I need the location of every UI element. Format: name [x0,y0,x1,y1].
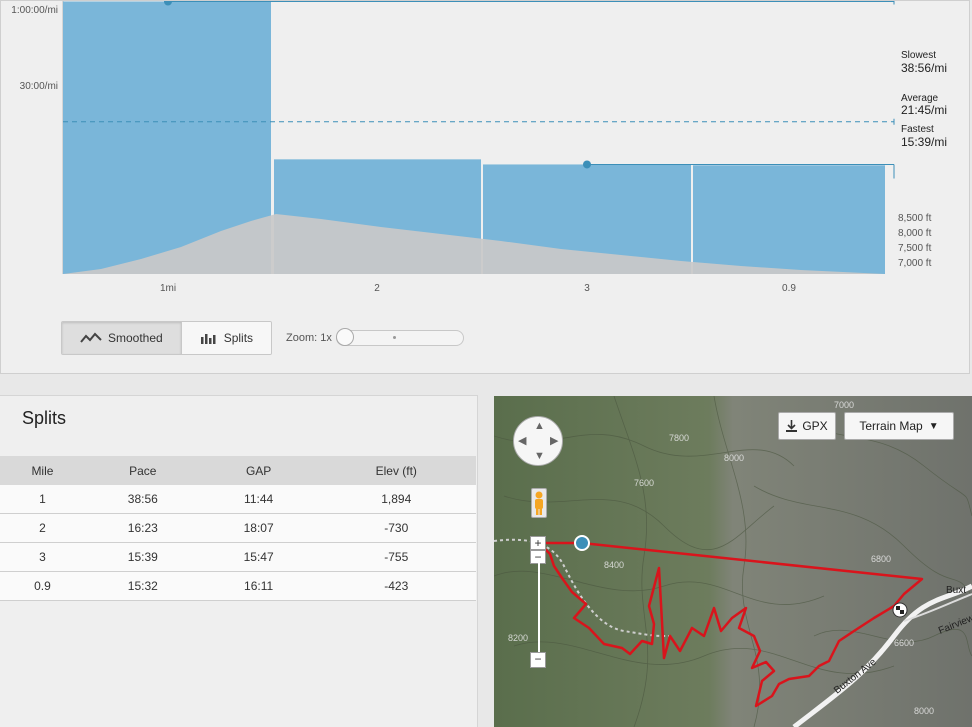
pan-up-icon[interactable]: ▲ [534,421,545,432]
fastest-marker[interactable] [583,160,591,169]
map-type-dropdown[interactable]: Terrain Map ▼ [844,412,954,440]
header-gap: GAP [200,456,317,485]
cell-elev: -755 [316,542,476,572]
zoom-label: Zoom: 1x [286,332,332,344]
fastest-value: 15:39/mi [901,135,947,149]
cell-elev: -423 [316,571,476,601]
map-zoom-out-button[interactable]: − [530,652,546,668]
zoom-slider-handle[interactable] [335,328,354,346]
route-start-marker[interactable] [574,535,590,551]
download-icon [786,420,798,432]
gpx-download-button[interactable]: GPX [778,412,836,440]
split-bar[interactable] [693,165,885,274]
header-elev: Elev (ft) [316,456,476,485]
splits-title: Splits [22,408,67,428]
zoom-slider-mark [392,336,396,339]
smoothed-label: Smoothed [108,331,163,345]
cell-mile: 2 [0,513,85,543]
splits-header-row: Mile Pace GAP Elev (ft) [0,456,476,485]
map-label: 7800 [669,433,689,443]
street-label: Buxt [946,585,966,596]
cell-pace: 38:56 [84,485,201,514]
y-tick-label: 1:00:00/mi [11,5,58,16]
map-label: 7600 [634,478,654,488]
header-pace: Pace [84,456,201,485]
pan-left-icon[interactable]: ◀ [518,436,526,447]
table-row: 3 15:39 15:47 -755 [0,542,476,572]
map-label: 6600 [894,638,914,648]
chart-controls: Smoothed Splits Zoom: 1x [61,321,464,355]
average-value: 21:45/mi [901,103,947,117]
map-label: 8000 [724,453,744,463]
splits-table: Mile Pace GAP Elev (ft) 1 38:56 11:44 1,… [0,456,476,601]
map-type-label: Terrain Map [859,419,923,433]
pan-right-icon[interactable]: ▶ [550,436,558,447]
route-finish-marker[interactable] [892,602,908,618]
y-tick-label: 30:00/mi [20,81,58,92]
cell-pace: 15:39 [84,542,201,572]
map-label: 6800 [871,554,891,564]
x-tick-label: 3 [584,283,590,294]
cell-elev: 1,894 [316,485,476,514]
fastest-label: Fastest [901,124,934,135]
cell-mile: 1 [0,485,85,514]
pace-chart-panel: 1:00:00/mi 30:00/mi 8,500 ft 8,000 ft 7,500 … [0,0,970,374]
map-label: 8000 [914,706,934,716]
header-mile: Mile [0,456,85,485]
cell-mile: 3 [0,542,85,572]
map-label: 7000 [834,400,854,410]
map-zoom-in-button[interactable]: + [530,536,546,550]
table-row: 0.9 15:32 16:11 -423 [0,571,476,601]
elevation-tick-label: 7,000 ft [898,258,932,269]
table-row: 1 38:56 11:44 1,894 [0,485,476,514]
map-label: 8200 [508,633,528,643]
cell-mile: 0.9 [0,571,85,601]
splits-button[interactable]: Splits [180,322,272,354]
slowest-value: 38:56/mi [901,61,947,75]
smoothed-button[interactable]: Smoothed [62,322,181,354]
elevation-tick-label: 8,500 ft [898,213,932,224]
map-pan-control[interactable]: ▲ ▼ ◀ ▶ [513,416,563,466]
elevation-tick-label: 8,000 ft [898,228,932,239]
street-view-pegman[interactable] [531,488,547,518]
smoothed-icon [80,332,102,343]
x-tick-label: 2 [374,283,380,294]
cell-gap: 11:44 [200,485,317,514]
cell-gap: 15:47 [200,542,317,572]
caret-down-icon: ▼ [928,420,939,432]
route-map[interactable]: 7800 8000 7600 8200 8400 6800 7000 8000 … [494,396,972,727]
zoom-control: Zoom: 1x [286,328,464,346]
map-label: 8400 [604,560,624,570]
terrain-map[interactable]: 7800 8000 7600 8200 8400 6800 7000 8000 … [494,396,972,727]
table-row: 2 16:23 18:07 -730 [0,513,476,543]
view-toggle: Smoothed Splits [61,321,273,355]
cell-elev: -730 [316,513,476,543]
x-tick-label: 0.9 [782,283,796,294]
pan-down-icon[interactable]: ▼ [534,451,545,462]
pace-chart: 1:00:00/mi 30:00/mi 8,500 ft 8,000 ft 7,500 … [11,1,947,294]
elevation-tick-label: 7,500 ft [898,243,932,254]
cell-gap: 18:07 [200,513,317,543]
bar-chart-icon [200,334,216,344]
splits-label: Splits [223,331,254,345]
pegman-icon [535,491,543,515]
map-zoom-rail[interactable] [538,558,540,654]
x-tick-label: 1mi [160,283,176,294]
zoom-slider[interactable] [335,328,464,346]
slowest-label: Slowest [901,50,936,61]
cell-pace: 16:23 [84,513,201,543]
gpx-label: GPX [802,419,828,433]
cell-gap: 16:11 [200,571,317,601]
splits-panel: Splits Mile Pace GAP Elev (ft) 1 38:56 1… [0,395,478,727]
cell-pace: 15:32 [84,571,201,601]
map-background [494,396,972,727]
